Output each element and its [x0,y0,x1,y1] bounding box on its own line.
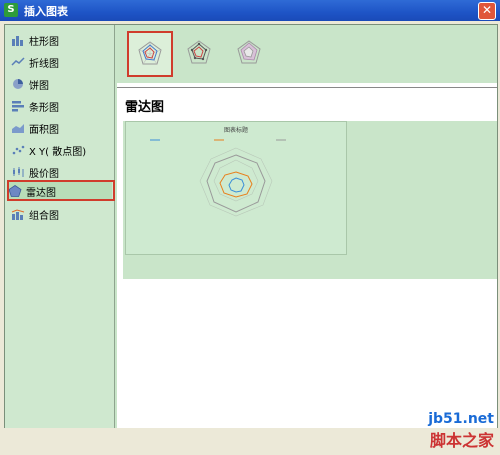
title-bar: S 插入图表 ✕ [0,0,500,21]
main-panel: 雷达图 图表标题 [117,25,497,429]
combo-chart-icon [11,209,25,220]
radar-series-3 [206,154,266,213]
sidebar-item-label: 面积图 [29,124,59,136]
divider [117,87,497,88]
sidebar-item-label: 折线图 [29,58,59,70]
sidebar-item-label: 柱形图 [29,36,59,48]
sidebar-item-bar[interactable]: 条形图 [11,97,111,115]
chart-type-sidebar: 柱形图 折线图 饼图 条形图 面积图 X Y( 散点图) 股价图 雷达图 组合图 [5,25,115,429]
radar-subtype-filled[interactable] [227,31,271,75]
sidebar-item-label: 组合图 [29,210,59,222]
sidebar-item-area[interactable]: 面积图 [11,119,111,137]
sidebar-item-scatter[interactable]: X Y( 散点图) [11,141,111,159]
watermark: jb51.net 脚本之家 [428,411,494,451]
preview-chart-frame: 图表标题 [125,121,347,255]
stock-chart-icon [13,167,24,177]
dialog-body: 柱形图 折线图 饼图 条形图 面积图 X Y( 散点图) 股价图 雷达图 组合图… [4,24,498,430]
section-title: 雷达图 [125,100,165,115]
sidebar-item-stock[interactable]: 股价图 [11,163,111,181]
radar-grid-outer [199,147,273,217]
selection-highlight [7,180,115,201]
sidebar-item-column[interactable]: 柱形图 [11,31,111,49]
bar-chart-icon [12,101,24,112]
radar-subtype-basic[interactable] [127,31,173,77]
status-bar: jb51.net 脚本之家 [0,411,500,455]
sidebar-item-label: 条形图 [29,102,59,114]
sidebar-item-label: X Y( 散点图) [29,146,87,158]
scatter-chart-icon [12,145,25,155]
radar-series-2 [219,171,253,198]
preview-radar-chart: 图表标题 [150,126,286,217]
sidebar-item-label: 饼图 [29,80,49,92]
sidebar-item-label: 股价图 [29,168,59,180]
radar-basic-icon [138,41,162,65]
sidebar-item-combo[interactable]: 组合图 [11,205,111,223]
sidebar-item-pie[interactable]: 饼图 [11,75,111,93]
pie-chart-icon [13,79,23,89]
radar-markers-icon [187,40,211,64]
line-chart-icon [11,57,25,66]
close-button[interactable]: ✕ [478,2,496,20]
column-chart-icon [12,36,23,46]
radar-grid-mid [213,159,259,202]
watermark-url: jb51.net [428,411,494,427]
app-icon: S [4,3,18,17]
radar-filled-icon [237,40,261,64]
radar-subtype-markers[interactable] [177,31,221,75]
watermark-name: 脚本之家 [429,431,494,450]
preview-chart-title: 图表标题 [224,126,248,134]
radar-series-1 [228,177,245,193]
chart-preview: 图表标题 [123,121,497,279]
subtype-bar [117,25,497,83]
sidebar-item-line[interactable]: 折线图 [11,53,111,71]
area-chart-icon [12,124,24,133]
window-title: 插入图表 [24,5,68,18]
